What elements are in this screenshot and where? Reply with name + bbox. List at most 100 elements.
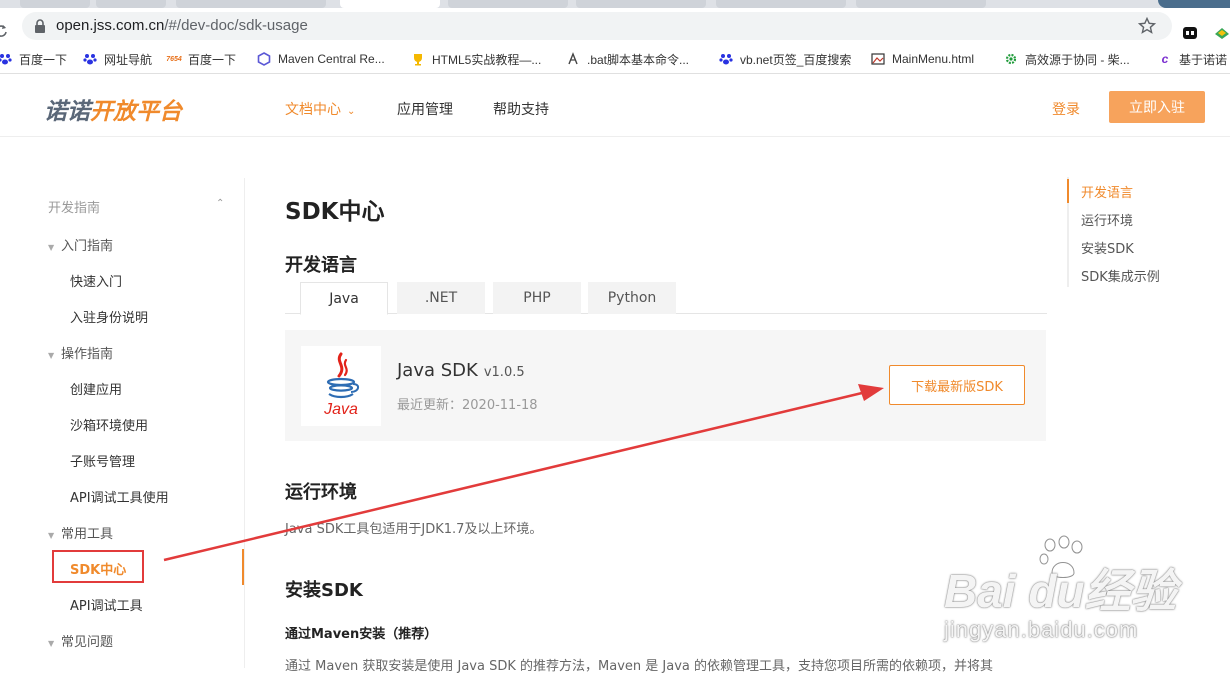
nav-help-support[interactable]: 帮助支持 (493, 99, 549, 119)
sidebar-item-create-app[interactable]: 创建应用 (70, 379, 122, 398)
sdk-name-text: Java SDK (397, 360, 478, 381)
paw-watermark-icon (1039, 535, 1083, 578)
bookmark-item[interactable]: HTML5实战教程—... (410, 50, 541, 68)
sdk-name: Java SDK v1.0.5 (397, 360, 525, 381)
bookmark-item[interactable]: Maven Central Re... (256, 50, 385, 68)
gear-icon (1003, 51, 1019, 67)
sdk-card: Java Java SDK v1.0.5 最近更新：2020-11-18 下载最新… (285, 330, 1046, 441)
caret-down-icon: ▼ (48, 351, 55, 360)
bookmarks-bar: 百度一下 网址导航 7654 百度一下 Maven Central Re... … (0, 44, 1230, 74)
toc-item-dev-language[interactable]: 开发语言 (1081, 182, 1133, 201)
bookmark-item[interactable]: 7654 百度一下 (166, 50, 236, 68)
site-header: 诺诺开放平台 文档中心 ⌄ 应用管理 帮助支持 登录 立即入驻 (0, 75, 1230, 137)
install-sdk-heading: 安装SDK (285, 580, 363, 601)
bookmark-label: vb.net页签_百度搜索 (740, 52, 852, 67)
browser-tab[interactable] (856, 0, 986, 8)
page-title: SDK中心 (285, 199, 385, 225)
download-sdk-button[interactable]: 下载最新版SDK (889, 365, 1025, 405)
omnibox[interactable]: open.jss.com.cn/#/dev-doc/sdk-usage (22, 12, 1172, 40)
sidebar-item-api-debug-usage[interactable]: API调试工具使用 (70, 487, 169, 506)
bookmark-label: 高效源于协同 - 柴... (1025, 52, 1130, 67)
sidebar-section-tools[interactable]: ▼ 常用工具 (48, 523, 113, 542)
join-now-button[interactable]: 立即入驻 (1109, 91, 1205, 123)
bookmark-label: HTML5实战教程—... (432, 52, 542, 67)
caret-down-icon: ▼ (48, 243, 55, 252)
tab-dotnet[interactable]: .NET (397, 282, 485, 314)
sidebar-section-getting-started[interactable]: ▼ 入门指南 (48, 235, 113, 254)
extension-icon-green[interactable] (1213, 25, 1230, 41)
lock-icon[interactable] (34, 19, 46, 33)
bookmark-label: 网址导航 (104, 52, 153, 67)
url-host: open.jss.com.cn (56, 17, 165, 34)
browser-tab[interactable] (448, 0, 568, 8)
watermark-url: jingyan.baidu.com (944, 617, 1139, 642)
bookmark-star-icon[interactable] (1138, 17, 1156, 35)
runtime-heading: 运行环境 (285, 482, 357, 503)
hexagon-icon (256, 51, 272, 67)
login-link[interactable]: 登录 (1052, 99, 1080, 119)
bookmark-item[interactable]: vb.net页签_百度搜索 (718, 50, 851, 68)
address-bar-row: open.jss.com.cn/#/dev-doc/sdk-usage (0, 8, 1230, 44)
tab-php[interactable]: PHP (493, 282, 581, 314)
sidebar-section-label: 入门指南 (61, 239, 114, 254)
watermark-brand: Bai du经验 (944, 565, 1177, 617)
chevron-up-icon[interactable]: ⌃ (216, 198, 224, 209)
bookmark-item[interactable]: 高效源于协同 - 柴... (1003, 50, 1130, 68)
annotation-highlight-box (52, 550, 144, 583)
bookmark-label: 基于诺诺 (1179, 52, 1228, 67)
browser-tab[interactable] (716, 0, 846, 8)
baidu-jingyan-watermark: Bai du经验 jingyan.baidu.com (940, 535, 1210, 665)
nav-label: 文档中心 (285, 102, 341, 118)
sidebar-section-operations[interactable]: ▼ 操作指南 (48, 343, 113, 362)
sidebar-item-sandbox[interactable]: 沙箱环境使用 (70, 415, 148, 434)
nav-docs-center[interactable]: 文档中心 ⌄ (285, 99, 355, 119)
sdk-updated-date: 最近更新：2020-11-18 (397, 398, 538, 413)
sdk-version: v1.0.5 (483, 365, 525, 380)
reload-icon[interactable] (0, 24, 8, 38)
sidebar-section-faq[interactable]: ▼ 常见问题 (48, 631, 113, 650)
sidebar-group-title[interactable]: 开发指南 (48, 197, 100, 216)
nav-app-management[interactable]: 应用管理 (397, 99, 453, 119)
runtime-text: Java SDK工具包适用于JDK1.7及以上环境。 (285, 522, 543, 537)
browser-tab[interactable] (20, 0, 90, 8)
toc-item-install-sdk[interactable]: 安装SDK (1081, 238, 1134, 257)
browser-tab-active[interactable] (340, 0, 440, 8)
caret-down-icon: ▼ (48, 531, 55, 540)
toc-item-runtime[interactable]: 运行环境 (1081, 210, 1133, 229)
sidebar-item-subaccount[interactable]: 子账号管理 (70, 451, 135, 470)
sidebar-item-quick-start[interactable]: 快速入门 (70, 271, 122, 290)
browser-tab[interactable] (576, 0, 706, 8)
maven-install-heading: 通过Maven安装（推荐） (285, 627, 438, 642)
chevron-down-icon: ⌄ (347, 106, 356, 117)
browser-tab-strip (0, 0, 1230, 8)
bookmark-item[interactable]: 百度一下 (0, 50, 67, 68)
toc-item-sdk-example[interactable]: SDK集成示例 (1081, 266, 1160, 285)
url-path: /#/dev-doc/sdk-usage (164, 17, 308, 34)
sidebar-divider (244, 178, 245, 668)
bookmark-item[interactable]: .bat脚本基本命令... (565, 50, 689, 68)
java-logo: Java (301, 346, 381, 426)
bookmark-item[interactable]: c 基于诺诺 (1157, 50, 1227, 68)
profile-avatar[interactable] (1158, 0, 1230, 8)
tab-python[interactable]: Python (588, 282, 676, 314)
baidu-paw-icon (82, 51, 98, 67)
sidebar-item-api-debug[interactable]: API调试工具 (70, 595, 143, 614)
page-icon (565, 51, 581, 67)
browser-tab[interactable] (176, 0, 326, 8)
sidebar-section-label: 常用工具 (61, 527, 114, 542)
java-cup-icon: Java (323, 352, 359, 418)
bookmark-item[interactable]: 网址导航 (82, 50, 152, 68)
logo-part1: 诺诺 (44, 99, 90, 125)
sidebar-section-label: 常见问题 (61, 635, 114, 650)
c-icon: c (1161, 52, 1169, 66)
url-text[interactable]: open.jss.com.cn/#/dev-doc/sdk-usage (56, 17, 308, 34)
bookmark-label: 百度一下 (188, 52, 237, 67)
browser-tab[interactable] (96, 0, 166, 8)
sidebar-item-identity[interactable]: 入驻身份说明 (70, 307, 148, 326)
language-tabs: Java .NET PHP Python (285, 282, 1047, 315)
site-logo[interactable]: 诺诺开放平台 (44, 92, 182, 126)
extension-icon[interactable] (1182, 25, 1198, 41)
bookmark-label: MainMenu.html (892, 52, 975, 66)
tab-java[interactable]: Java (300, 282, 388, 315)
bookmark-item[interactable]: MainMenu.html (870, 50, 974, 68)
